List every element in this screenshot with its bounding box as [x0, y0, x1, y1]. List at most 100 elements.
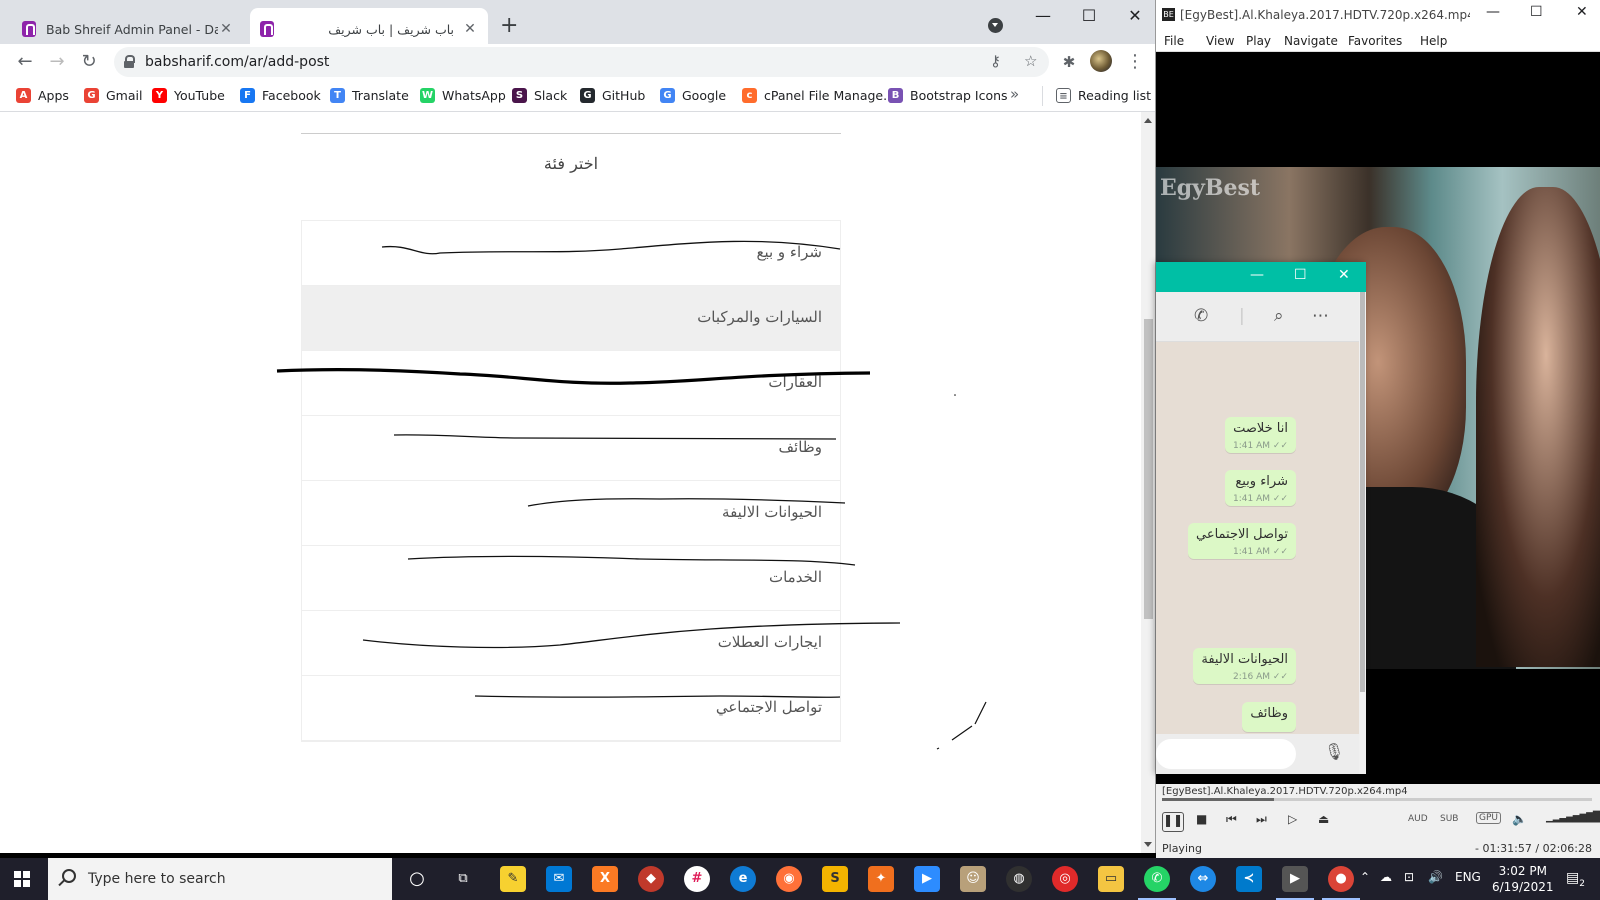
anydesk-icon[interactable]: ◆	[638, 866, 664, 892]
whatsapp-scrollbar[interactable]	[1359, 292, 1366, 774]
teamviewer-icon[interactable]: ⇔	[1190, 866, 1216, 892]
player-menu-help[interactable]: Help	[1420, 34, 1447, 48]
bookmark-star-icon[interactable]: ☆	[1024, 52, 1037, 70]
game-icon[interactable]: ☺	[960, 866, 986, 892]
bookmark-youtube[interactable]: Y YouTube	[152, 88, 225, 103]
postman-icon[interactable]: ✦	[868, 866, 894, 892]
chat-message[interactable]: وظائف	[1242, 702, 1296, 732]
system-clock[interactable]: 3:02 PM 6/19/2021	[1492, 863, 1554, 895]
bookmarks-overflow-icon[interactable]: »	[1010, 85, 1019, 103]
tab-close-icon[interactable]: ✕	[218, 21, 234, 37]
tray-overflow-chevron-icon[interactable]: ⌃	[1360, 870, 1370, 884]
back-arrow-icon[interactable]: ←	[12, 49, 38, 75]
input-language[interactable]: ENG	[1455, 870, 1481, 884]
address-bar[interactable]: babsharif.com/ar/add-post ⚷ ☆	[114, 47, 1049, 77]
frame-step-icon[interactable]: ▷	[1288, 812, 1297, 826]
volume-level-bars[interactable]: ▁▂▃▄▅▆▇█	[1546, 812, 1600, 823]
tab-search-icon[interactable]	[988, 18, 1003, 33]
next-icon[interactable]: ⏭	[1256, 812, 1267, 827]
cortana-icon[interactable]: ○	[404, 866, 430, 892]
bookmark-apps[interactable]: A Apps	[16, 88, 69, 103]
reading-list[interactable]: ≡ Reading list	[1056, 88, 1151, 103]
stop-icon[interactable]: ■	[1196, 812, 1207, 826]
tab-close-icon[interactable]: ✕	[462, 21, 478, 37]
player-maximize-icon[interactable]: ☐	[1530, 4, 1543, 20]
player-close-icon[interactable]: ✕	[1576, 4, 1588, 20]
player-menu-view[interactable]: View	[1206, 34, 1234, 48]
volume-speaker-icon[interactable]: 🔈	[1512, 812, 1527, 826]
edge-icon[interactable]: e	[730, 866, 756, 892]
menu-kebab-icon[interactable]: ⋮	[1122, 49, 1148, 75]
chat-message[interactable]: شراء وبيع 1:41 AM ✓✓	[1225, 470, 1296, 506]
more-options-icon[interactable]: ⋯	[1312, 306, 1329, 326]
whatsapp-maximize-icon[interactable]: ☐	[1294, 267, 1307, 283]
firefox-icon[interactable]: ◉	[776, 866, 802, 892]
player-minimize-icon[interactable]: —	[1486, 4, 1500, 20]
bookmark-slack[interactable]: S Slack	[512, 88, 567, 103]
player-menu-navigate[interactable]: Navigate	[1284, 34, 1338, 48]
mail-icon[interactable]: ✉	[546, 866, 572, 892]
whatsapp-close-icon[interactable]: ✕	[1338, 267, 1350, 283]
media-player-app-icon[interactable]: ▶	[1276, 866, 1314, 900]
forward-arrow-icon[interactable]: →	[44, 49, 70, 75]
close-window-icon[interactable]: ✕	[1120, 6, 1150, 30]
pause-icon[interactable]: ❚❚	[1162, 812, 1184, 832]
vscode-icon[interactable]: ≺	[1236, 866, 1262, 892]
page-scrollbar[interactable]	[1141, 112, 1155, 853]
onedrive-cloud-icon[interactable]: ☁	[1380, 870, 1392, 884]
scroll-up-arrow-icon[interactable]	[1144, 114, 1152, 123]
url-text[interactable]: babsharif.com/ar/add-post	[145, 54, 329, 70]
whatsapp-minimize-icon[interactable]: —	[1250, 267, 1264, 283]
key-icon[interactable]: ⚷	[990, 52, 1001, 70]
maximize-icon[interactable]: ☐	[1074, 6, 1104, 30]
zoom-icon[interactable]: ▶	[914, 866, 940, 892]
bookmark-bootstrap-icons[interactable]: B Bootstrap Icons	[888, 88, 1008, 103]
microphone-icon[interactable]: 🎙	[1324, 742, 1344, 761]
minimize-icon[interactable]: —	[1028, 6, 1058, 30]
scrollbar-thumb[interactable]	[1144, 319, 1153, 619]
player-menu-file[interactable]: File	[1164, 34, 1184, 48]
windows-start-icon[interactable]	[14, 871, 30, 887]
chrome-app-icon[interactable]: ●	[1322, 866, 1360, 900]
extensions-puzzle-icon[interactable]: ✱	[1056, 49, 1082, 75]
bookmark-facebook[interactable]: F Facebook	[240, 88, 321, 103]
task-view-icon[interactable]: ⧉	[450, 866, 476, 892]
file-explorer-icon[interactable]: ▭	[1098, 866, 1124, 892]
message-input[interactable]	[1156, 739, 1296, 769]
voice-call-icon[interactable]: ✆	[1194, 306, 1208, 326]
profile-avatar[interactable]	[1090, 50, 1112, 72]
bookmark-google[interactable]: G Google	[660, 88, 726, 103]
previous-icon[interactable]: ⏮	[1226, 812, 1237, 827]
network-icon[interactable]: ⊡	[1404, 870, 1414, 884]
notification-center-icon[interactable]: ▤2	[1566, 870, 1585, 889]
whatsapp-app-icon[interactable]: ✆	[1138, 866, 1176, 900]
sublime-icon[interactable]: S	[822, 866, 848, 892]
bookmark-whatsapp[interactable]: W WhatsApp	[420, 88, 506, 103]
chat-message[interactable]: تواصل الاجتماعي 1:41 AM ✓✓	[1187, 523, 1296, 559]
bookmark-github[interactable]: G GitHub	[580, 88, 645, 103]
search-icon[interactable]: ⌕	[1274, 306, 1284, 326]
chat-message[interactable]: الحيوانات الاليفة 2:16 AM ✓✓	[1193, 648, 1296, 684]
audio-track-button[interactable]: AUD	[1408, 814, 1428, 824]
bookmark-gmail[interactable]: G Gmail	[84, 88, 142, 103]
slack-app-icon[interactable]: #	[684, 866, 710, 892]
xampp-icon[interactable]: X	[592, 866, 618, 892]
lock-icon[interactable]	[124, 55, 135, 68]
seek-bar[interactable]	[1162, 798, 1592, 801]
obs-icon[interactable]: ◍	[1006, 866, 1032, 892]
eject-icon[interactable]: ⏏	[1318, 812, 1329, 826]
player-menu-favorites[interactable]: Favorites	[1348, 34, 1402, 48]
volume-icon[interactable]: 🔊	[1428, 870, 1443, 884]
sticky-notes-icon[interactable]: ✎	[500, 866, 526, 892]
chat-message[interactable]: انا خلاصت 1:41 AM ✓✓	[1225, 417, 1296, 453]
new-tab-plus-icon[interactable]: +	[500, 13, 518, 38]
bookmark-translate[interactable]: T Translate	[330, 88, 409, 103]
taskbar-search-box[interactable]: Type here to search	[48, 858, 392, 900]
bookmark-cpanel-file-manage[interactable]: c cPanel File Manage...	[742, 88, 895, 103]
player-menu-play[interactable]: Play	[1246, 34, 1271, 48]
subtitle-button[interactable]: SUB	[1440, 814, 1458, 824]
gpu-button[interactable]: GPU	[1476, 812, 1501, 824]
whatsapp-scroll-thumb[interactable]	[1360, 292, 1365, 692]
recorder-icon[interactable]: ◎	[1052, 866, 1078, 892]
reload-icon[interactable]: ↻	[76, 49, 102, 75]
